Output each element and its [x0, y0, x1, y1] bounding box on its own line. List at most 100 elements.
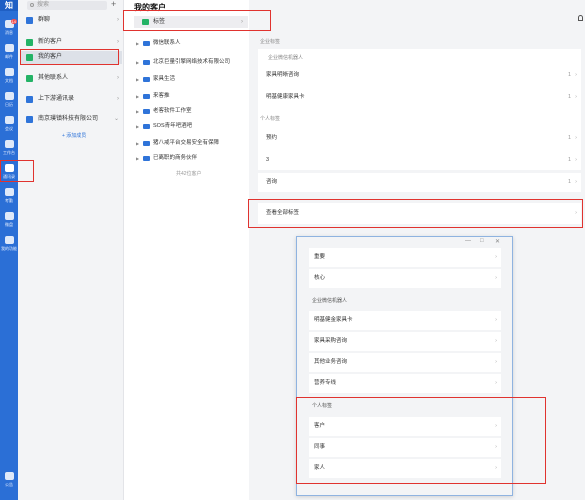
company-tag-item[interactable]: 明基健康家具卡 1 ›: [258, 88, 581, 107]
chevron-right-icon: ›: [495, 444, 497, 450]
video-icon: [4, 116, 14, 124]
all-tags-window: — □ ✕ 重要 › 核心 › 企业微信机器人 明基健金家具卡 › 家具采购咨询 › 其…: [296, 236, 513, 496]
chevron-right-icon: ›: [495, 275, 497, 281]
company-icon: [26, 116, 33, 123]
expand-icon: ▶: [136, 94, 140, 99]
customer-group[interactable]: ▶ SOS青年吧酒吧: [134, 120, 248, 133]
personal-tags-heading: 个人标签: [312, 403, 333, 409]
expand-icon: ▶: [136, 77, 140, 82]
tag-item[interactable]: 家人 ›: [309, 459, 501, 478]
expand-icon: ▶: [136, 41, 140, 46]
customer-group[interactable]: ▶ 微信联系人: [134, 37, 248, 50]
chevron-right-icon: ›: [117, 75, 119, 81]
nav-my-customers[interactable]: 我的客户: [20, 51, 122, 64]
rail-mail[interactable]: 邮件: [0, 44, 18, 66]
chevron-right-icon: ›: [117, 96, 119, 102]
chevron-right-icon: ›: [575, 179, 577, 185]
mail-icon: [4, 44, 14, 52]
company-tag-item[interactable]: 家具明晰咨询 1 ›: [258, 66, 581, 85]
tag-icon: [142, 19, 149, 25]
nav-company[interactable]: 南京璞镇科技有限公司 ⌄: [20, 113, 122, 126]
rail-docs[interactable]: 文档: [0, 68, 18, 90]
company-tags-subheading: 企业微信机器人: [312, 298, 348, 304]
rail-calendar[interactable]: 日历: [0, 92, 18, 114]
customer-icon: [26, 54, 33, 61]
view-all-tags-button[interactable]: 查看全部标签 ›: [258, 203, 581, 224]
page-title: 我的客户: [134, 3, 166, 12]
nav-other-contacts[interactable]: 其他联系人 ›: [20, 72, 122, 85]
new-customer-icon: [26, 39, 33, 46]
chevron-right-icon: ›: [575, 210, 577, 216]
expand-icon: ▶: [136, 124, 140, 129]
minimize-button[interactable]: —: [465, 238, 471, 244]
chevron-right-icon: ›: [495, 380, 497, 386]
chevron-right-icon: ›: [241, 19, 243, 25]
chain-icon: [26, 96, 33, 103]
chevron-right-icon: ›: [575, 135, 577, 141]
grid-icon: [4, 140, 14, 148]
rail-my-features[interactable]: 我的功能: [0, 236, 18, 258]
maximize-button[interactable]: □: [480, 238, 484, 244]
nav-group-chats[interactable]: 群聊 ›: [20, 14, 122, 27]
contacts-sidebar: 搜索 + 群聊 › 新的客户 › 我的客户 其他联系人 › 上下游通讯录 › 南京璞镇科…: [18, 0, 124, 500]
tag-item[interactable]: 家具采购咨询 ›: [309, 332, 501, 351]
chevron-right-icon: ›: [117, 17, 119, 23]
chevron-right-icon: ›: [495, 423, 497, 429]
rail-attendance[interactable]: 考勤: [0, 188, 18, 210]
personal-tag-item[interactable]: 咨询 1 ›: [258, 173, 581, 192]
unread-badge: 14: [10, 19, 17, 24]
calendar-icon: [4, 92, 14, 100]
folder-icon: [143, 156, 150, 161]
chevron-right-icon: ›: [495, 254, 497, 260]
contacts-icon: [4, 164, 14, 172]
contact-icon: [26, 75, 33, 82]
tags-row[interactable]: 标签 ›: [134, 16, 248, 28]
tag-item[interactable]: 营养专线 ›: [309, 374, 501, 393]
tag-item[interactable]: 明基健金家具卡 ›: [309, 311, 501, 330]
tag-item[interactable]: 其他业务咨询 ›: [309, 353, 501, 372]
search-icon: [30, 3, 34, 7]
personal-tag-item[interactable]: 预约 1 ›: [258, 129, 581, 148]
app-logo: 知: [0, 0, 18, 11]
customer-group[interactable]: ▶ 老客软件工作室: [134, 105, 248, 118]
rail-messages[interactable]: 消息 14: [0, 19, 18, 42]
rail-contacts[interactable]: 通讯录: [0, 164, 18, 186]
tag-item[interactable]: 同事 ›: [309, 438, 501, 457]
rail-workbench[interactable]: 工作台: [0, 140, 18, 162]
chevron-right-icon: ›: [575, 157, 577, 163]
group-icon: [26, 17, 33, 24]
close-button[interactable]: ✕: [495, 238, 500, 245]
nav-new-customers[interactable]: 新的客户 ›: [20, 36, 122, 49]
customer-group[interactable]: ▶ 已离职的商务伙伴: [134, 152, 248, 165]
chevron-right-icon: ›: [495, 338, 497, 344]
folder-icon: [143, 60, 150, 65]
chevron-right-icon: ›: [575, 94, 577, 100]
company-tags-subheading: 企业微信机器人: [268, 55, 304, 61]
tag-item[interactable]: 客户 ›: [309, 417, 501, 436]
customer-group[interactable]: ▶ 北京巨量引擎网络技术有限公司: [134, 56, 248, 69]
customer-list-panel: 我的客户 标签 › ▶ 微信联系人 ▶ 北京巨量引擎网络技术有限公司 ▶ 家具生活 ▶ 来…: [124, 0, 249, 500]
customer-group[interactable]: ▶ 家具生活: [134, 73, 248, 86]
tag-item[interactable]: 核心 ›: [309, 269, 501, 288]
chevron-right-icon: ›: [117, 39, 119, 45]
personal-tag-item[interactable]: 3 1 ›: [258, 151, 581, 170]
add-button[interactable]: +: [111, 0, 116, 9]
app-rail: 知 消息 14 邮件 文档 日历 会议 工作台 通讯录 考勤 微盘 我的功能 公告: [0, 0, 18, 500]
notification-icon[interactable]: [578, 15, 583, 21]
customer-group[interactable]: ▶ 猪八戒平台交易安全有保障: [134, 137, 248, 150]
expand-icon: ▶: [136, 156, 140, 161]
search-input[interactable]: 搜索: [27, 1, 107, 10]
folder-icon: [143, 41, 150, 46]
nav-supply-chain[interactable]: 上下游通讯录 ›: [20, 93, 122, 106]
rail-meeting[interactable]: 会议: [0, 116, 18, 138]
rail-notice[interactable]: 公告: [0, 472, 18, 494]
chevron-right-icon: ›: [495, 465, 497, 471]
chevron-right-icon: ›: [495, 359, 497, 365]
customer-group[interactable]: ▶ 来客推: [134, 90, 248, 103]
customer-count: 共42位客户: [176, 171, 202, 177]
expand-icon: ▶: [136, 60, 140, 65]
tag-item[interactable]: 重要 ›: [309, 248, 501, 267]
add-member-link[interactable]: + 添加成员: [62, 132, 86, 139]
chevron-down-icon: ⌄: [113, 116, 119, 122]
rail-drive[interactable]: 微盘: [0, 212, 18, 234]
